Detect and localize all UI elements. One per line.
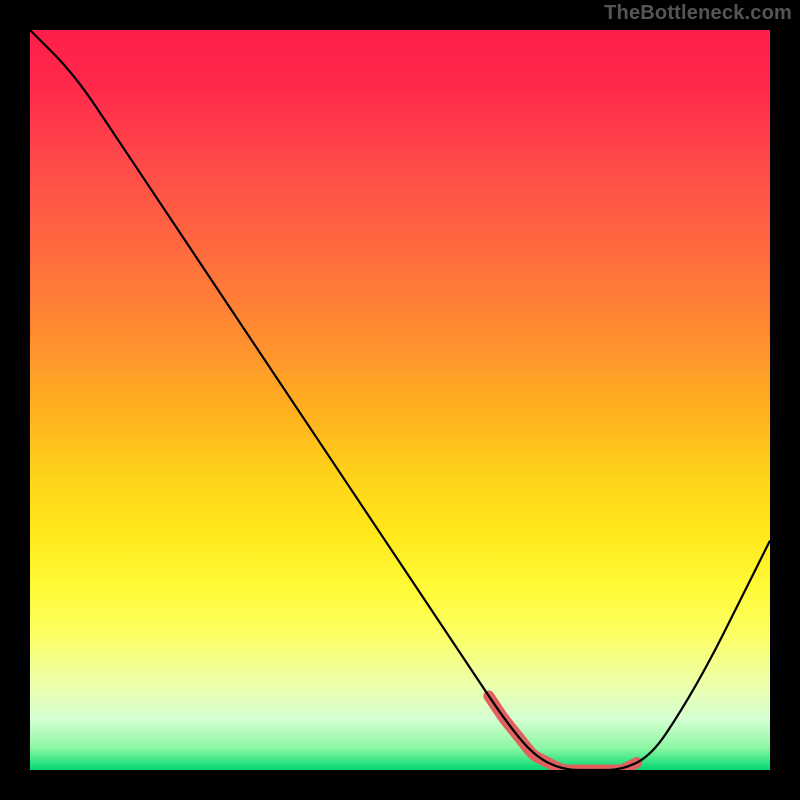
chart-frame: TheBottleneck.com (0, 0, 800, 800)
curve-svg (30, 30, 770, 770)
attribution-text: TheBottleneck.com (604, 2, 792, 25)
plot-area (30, 30, 770, 770)
bottleneck-curve-line (30, 30, 770, 770)
optimal-range-highlight (489, 696, 637, 770)
